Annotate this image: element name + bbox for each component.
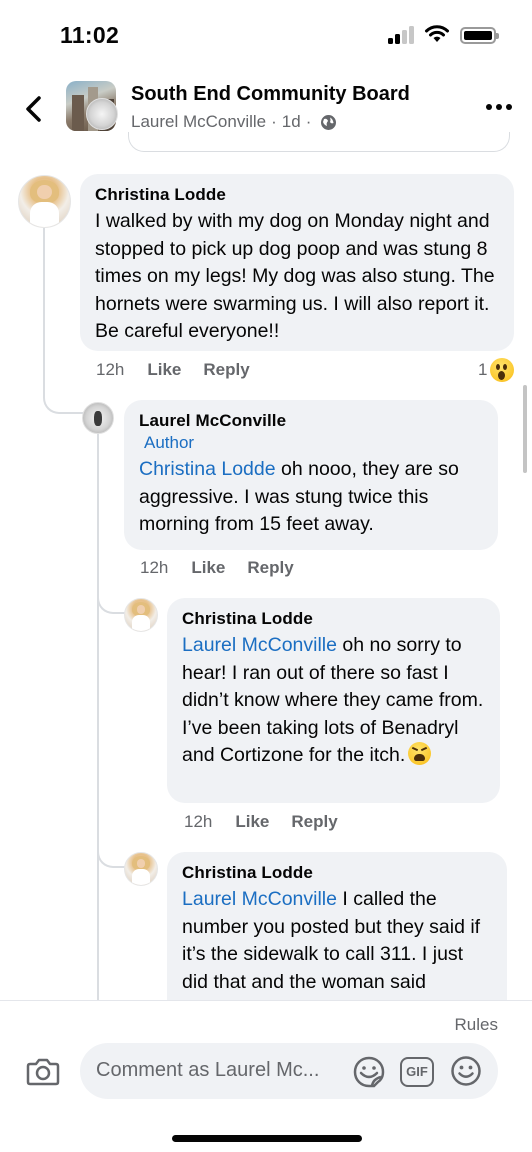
avatar[interactable] (82, 402, 114, 434)
like-button[interactable]: Like (191, 558, 225, 578)
like-button[interactable]: Like (147, 360, 181, 380)
group-name[interactable]: South End Community Board (131, 83, 410, 106)
separator: · (271, 112, 277, 131)
avatar[interactable] (18, 175, 71, 228)
reaction-summary[interactable]: 1 (478, 358, 515, 382)
reply-button[interactable]: Reply (291, 812, 337, 832)
reaction-count: 1 (478, 360, 488, 379)
mention-link[interactable]: Laurel McConville (182, 888, 337, 910)
wow-emoji-icon (490, 358, 515, 382)
smiley-icon[interactable] (450, 1055, 482, 1087)
wifi-icon (425, 25, 449, 42)
comment-actions: 12h Like Reply (140, 558, 294, 578)
status-bar: 11:02 (0, 0, 532, 70)
sticker-icon[interactable] (352, 1055, 386, 1089)
tired-face-emoji-icon (408, 742, 432, 765)
thread-line (97, 590, 125, 614)
battery-icon (460, 27, 499, 44)
thread-line (97, 840, 125, 868)
home-indicator[interactable] (172, 1135, 362, 1142)
chevron-left-icon[interactable] (22, 94, 46, 124)
avatar[interactable] (124, 852, 158, 886)
comment-text: I walked by with my dog on Monday night … (95, 210, 495, 342)
comment-input[interactable]: Comment as Laurel Mc... GIF (80, 1043, 498, 1099)
comment-author[interactable]: Laurel McConville (139, 411, 484, 431)
comment-actions: 12h Like Reply (184, 812, 338, 832)
previous-comment-edge (128, 132, 510, 152)
comment-bubble: Laurel McConville Author Christina Lodde… (124, 400, 498, 550)
poster-avatar[interactable] (86, 98, 118, 130)
rules-link[interactable]: Rules (455, 1015, 498, 1035)
post-meta: Laurel McConville · 1d · (131, 112, 337, 132)
scrollbar[interactable] (523, 385, 527, 473)
comment-author[interactable]: Christina Lodde (182, 863, 493, 883)
comment-time: 12h (96, 360, 125, 379)
gif-button[interactable]: GIF (400, 1057, 434, 1087)
thread-line (97, 434, 99, 1000)
mention-link[interactable]: Laurel McConville (182, 634, 337, 656)
author-badge: Author (144, 433, 195, 452)
comment-bubble: Christina Lodde Laurel McConville I call… (167, 852, 507, 1022)
mention-link[interactable]: Christina Lodde (139, 458, 276, 480)
more-options-icon[interactable] (486, 104, 512, 112)
comment-text: Laurel McConville oh no sorry to hear! I… (182, 632, 486, 770)
status-time: 11:02 (60, 22, 120, 48)
like-button[interactable]: Like (235, 812, 269, 832)
separator: · (305, 112, 312, 131)
comment-actions: 12h Like Reply (96, 360, 250, 380)
globe-icon (321, 114, 337, 130)
camera-icon[interactable] (26, 1055, 60, 1087)
poster-name[interactable]: Laurel McConville (131, 112, 266, 132)
comment-time: 12h (140, 558, 169, 577)
comment-text: Laurel McConville I called the number yo… (182, 886, 493, 996)
cellular-signal-icon (388, 26, 416, 44)
comment-author[interactable]: Christina Lodde (95, 185, 500, 205)
comment-text: Christina Lodde oh nooo, they are so agg… (139, 456, 484, 539)
comment-time: 12h (184, 812, 213, 831)
comment-author[interactable]: Christina Lodde (182, 609, 486, 629)
reply-button[interactable]: Reply (247, 558, 293, 578)
comment-bubble: Christina Lodde I walked by with my dog … (80, 174, 514, 351)
thread-line (43, 228, 83, 414)
reply-button[interactable]: Reply (203, 360, 249, 380)
comment-composer: Rules Comment as Laurel Mc... GIF (0, 1000, 532, 1152)
comment-bubble: Christina Lodde Laurel McConville oh no … (167, 598, 500, 803)
avatar[interactable] (124, 598, 158, 632)
post-age: 1d (281, 112, 301, 131)
comment-placeholder: Comment as Laurel Mc... (96, 1059, 320, 1081)
